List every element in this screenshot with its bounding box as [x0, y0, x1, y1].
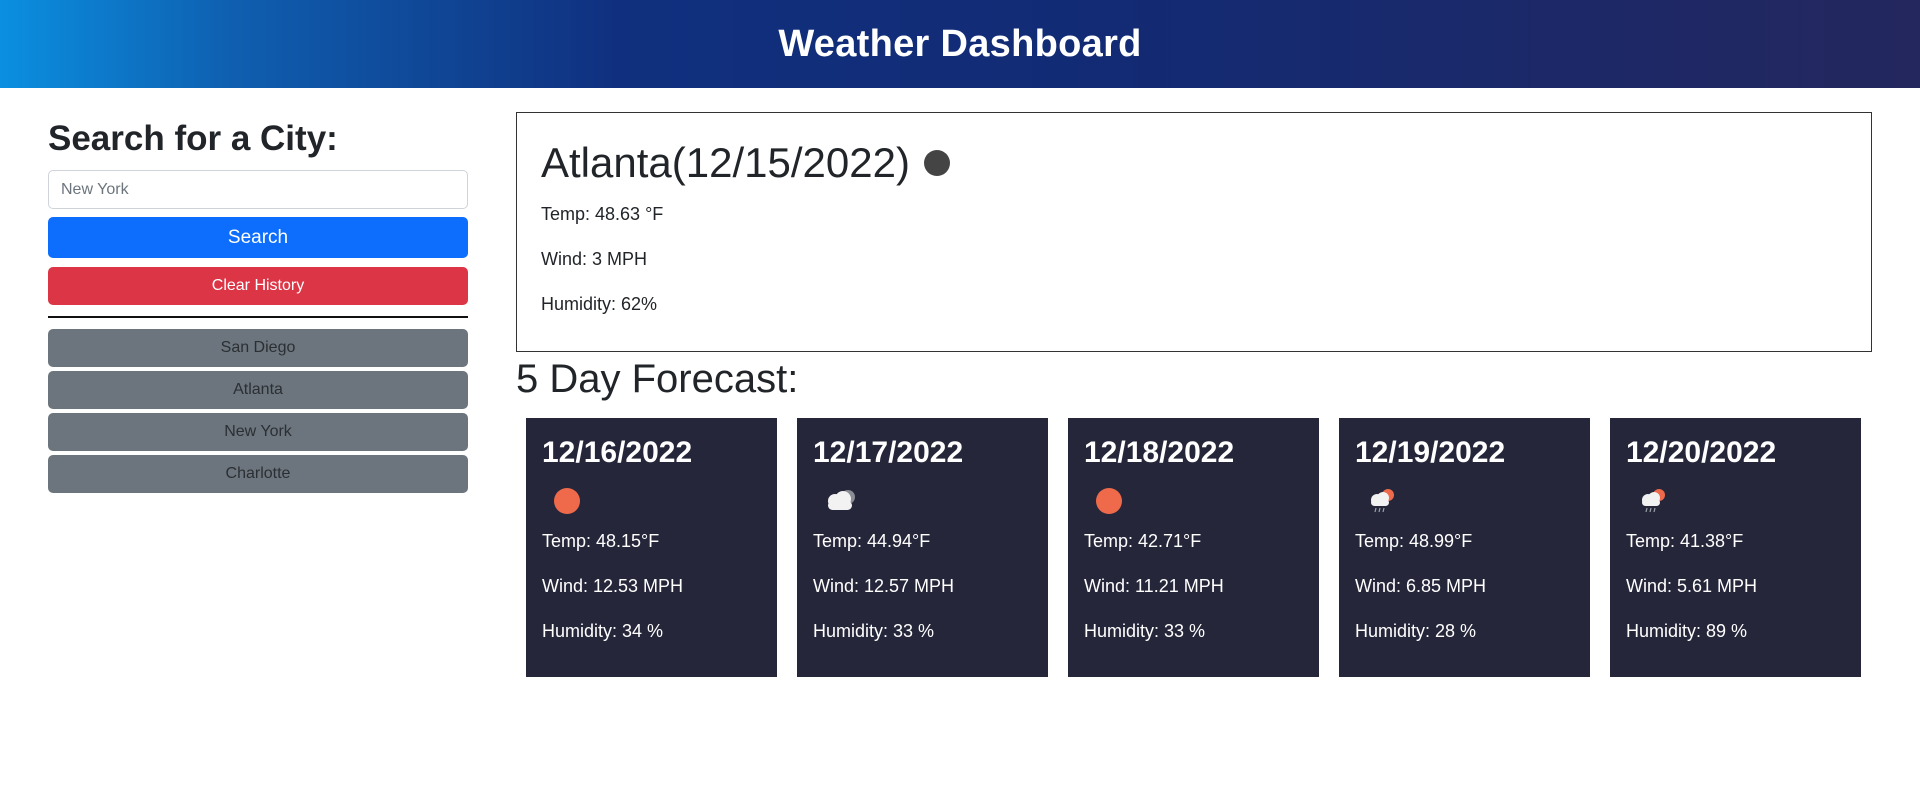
current-humidity: Humidity: 62% — [541, 294, 658, 314]
current-weather-panel: Atlanta(12/15/2022) Temp: 48.63 °F Wind:… — [516, 112, 1872, 352]
forecast-date: 12/16/2022 — [542, 436, 693, 469]
history-item-charlotte[interactable]: Charlotte — [48, 455, 468, 493]
forecast-card: 12/18/2022 Temp: 42.71°F Wind: 11.21 MPH… — [1068, 418, 1319, 677]
forecast-humidity: Humidity: 33 % — [1084, 621, 1206, 641]
forecast-date: 12/18/2022 — [1084, 436, 1235, 469]
app-header: Weather Dashboard — [0, 0, 1920, 88]
forecast-humidity: Humidity: 28 % — [1355, 621, 1477, 641]
forecast-wind: Wind: 12.53 MPH — [542, 576, 684, 596]
forecast-humidity: Humidity: 33 % — [813, 621, 935, 641]
history-item-san-diego[interactable]: San Diego — [48, 329, 468, 367]
search-sidebar: Search for a City: Search Clear History … — [48, 116, 468, 497]
city-search-input[interactable] — [48, 170, 468, 209]
forecast-temp: Temp: 48.99°F — [1355, 531, 1473, 551]
forecast-date: 12/19/2022 — [1355, 436, 1506, 469]
cloud-icon — [821, 482, 861, 522]
forecast-humidity: Humidity: 34 % — [542, 621, 664, 641]
history-item-atlanta[interactable]: Atlanta — [48, 371, 468, 409]
forecast-card: 12/19/2022 Temp: 48.99°F Wind: 6.85 MPH … — [1339, 418, 1590, 677]
forecast-wind: Wind: 12.57 MPH — [813, 576, 955, 596]
forecast-temp: Temp: 44.94°F — [813, 531, 931, 551]
search-button[interactable]: Search — [48, 217, 468, 258]
forecast-date: 12/17/2022 — [813, 436, 964, 469]
divider — [48, 316, 468, 318]
search-history-list: San Diego Atlanta New York Charlotte — [48, 329, 468, 493]
sun-icon — [550, 482, 590, 522]
forecast-humidity: Humidity: 89 % — [1626, 621, 1748, 641]
forecast-heading: 5 Day Forecast: — [516, 357, 799, 401]
forecast-card: 12/17/2022 Temp: 44.94°F Wind: 12.57 MPH… — [797, 418, 1048, 677]
search-heading: Search for a City: — [48, 119, 338, 158]
current-city-date: Atlanta(12/15/2022) — [541, 139, 910, 186]
sun-icon — [1092, 482, 1132, 522]
clear-history-button[interactable]: Clear History — [48, 267, 468, 305]
rain-sun-icon — [1634, 482, 1674, 522]
forecast-temp: Temp: 48.15°F — [542, 531, 660, 551]
forecast-card: 12/16/2022 Temp: 48.15°F Wind: 12.53 MPH… — [526, 418, 777, 677]
rain-sun-icon — [1363, 482, 1403, 522]
forecast-date: 12/20/2022 — [1626, 436, 1777, 469]
dark-dot-icon — [923, 150, 950, 176]
history-item-new-york[interactable]: New York — [48, 413, 468, 451]
forecast-temp: Temp: 41.38°F — [1626, 531, 1744, 551]
current-wind: Wind: 3 MPH — [541, 249, 648, 269]
current-temp: Temp: 48.63 °F — [541, 204, 664, 224]
page-title: Weather Dashboard — [778, 22, 1142, 65]
forecast-wind: Wind: 11.21 MPH — [1084, 576, 1224, 596]
forecast-temp: Temp: 42.71°F — [1084, 531, 1202, 551]
current-weather-title: Atlanta(12/15/2022) — [541, 137, 1847, 189]
forecast-wind: Wind: 6.85 MPH — [1355, 576, 1487, 596]
forecast-wind: Wind: 5.61 MPH — [1626, 576, 1758, 596]
forecast-card: 12/20/2022 Temp: 41.38°F Wind: 5.61 MPH … — [1610, 418, 1861, 677]
forecast-cards: 12/16/2022 Temp: 48.15°F Wind: 12.53 MPH… — [526, 418, 1881, 677]
